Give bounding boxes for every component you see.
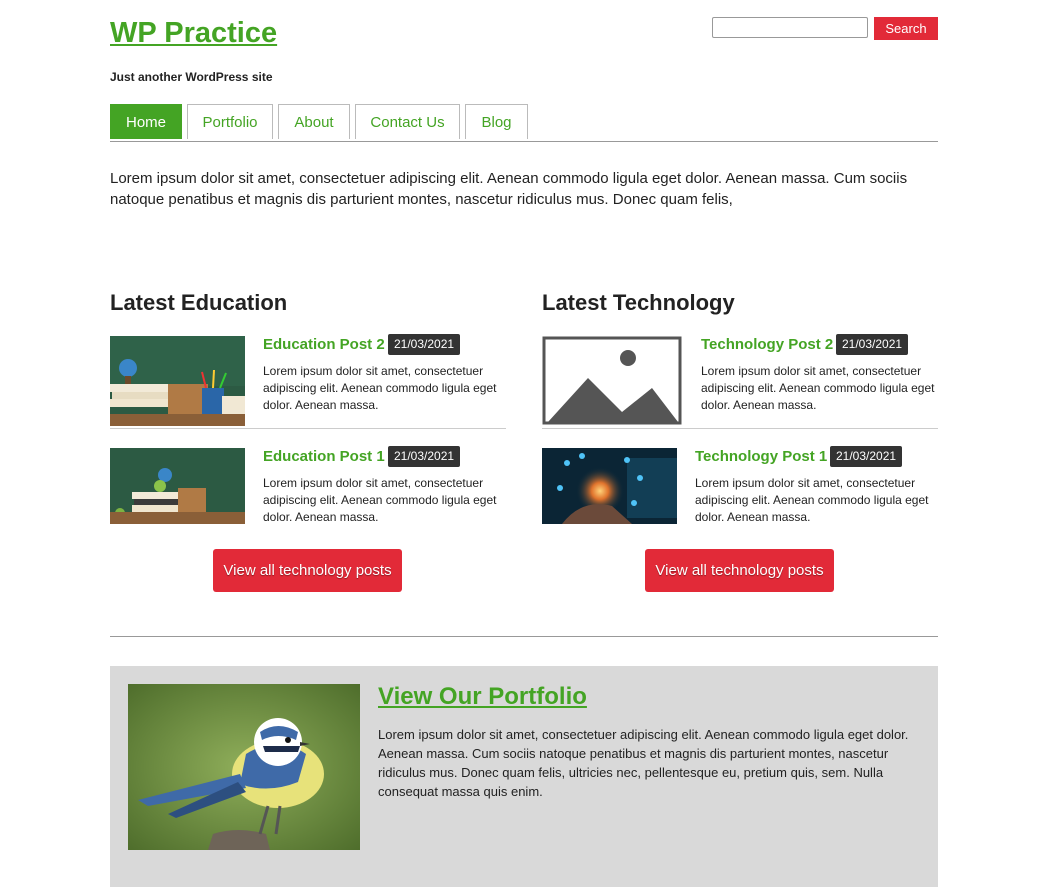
nav-item-contact-us[interactable]: Contact Us (355, 104, 460, 139)
nav-item-blog[interactable]: Blog (465, 104, 528, 139)
intro-text: Lorem ipsum dolor sit amet, consectetuer… (110, 170, 908, 208)
technology-post-2-date: 21/03/2021 (836, 334, 909, 355)
education-heading: Latest Education (110, 290, 288, 315)
search-button[interactable]: Search (874, 17, 938, 40)
technology-post-1-title[interactable]: Technology Post 1 (695, 448, 827, 465)
education-post-1-date: 21/03/2021 (388, 446, 461, 467)
nav-item-about[interactable]: About (278, 104, 350, 139)
site-title-link[interactable]: WP Practice (110, 16, 277, 50)
education-post-1-excerpt: Lorem ipsum dolor sit amet, consectetuer… (263, 476, 497, 524)
nav-item-portfolio[interactable]: Portfolio (187, 104, 273, 139)
technology-post-2-title[interactable]: Technology Post 2 (701, 336, 833, 353)
education-post-2-excerpt: Lorem ipsum dolor sit amet, consectetuer… (263, 364, 497, 412)
technology-post-1-thumbnail[interactable] (542, 448, 677, 524)
view-all-education-button[interactable]: View all technology posts (213, 549, 402, 592)
portfolio-text: Lorem ipsum dolor sit amet, consectetuer… (378, 727, 909, 799)
view-all-technology-button[interactable]: View all technology posts (645, 549, 834, 592)
site-tagline: Just another WordPress site (110, 70, 273, 84)
portfolio-bird-image (128, 684, 360, 850)
nav-item-home[interactable]: Home (110, 104, 182, 139)
education-post-2-thumbnail[interactable] (110, 336, 245, 426)
image-placeholder-icon[interactable] (542, 336, 683, 426)
section-divider (110, 636, 938, 637)
technology-heading: Latest Technology (542, 290, 735, 315)
technology-post-2-excerpt: Lorem ipsum dolor sit amet, consectetuer… (701, 364, 935, 412)
education-post-2-date: 21/03/2021 (388, 334, 461, 355)
main-nav: Home Portfolio About Contact Us Blog (110, 104, 938, 142)
search-input[interactable] (712, 17, 868, 38)
education-post-divider (110, 428, 506, 429)
portfolio-title-link[interactable]: View Our Portfolio (378, 683, 587, 711)
education-post-2-title[interactable]: Education Post 2 (263, 336, 385, 353)
technology-post-1-date: 21/03/2021 (830, 446, 903, 467)
technology-post-1-excerpt: Lorem ipsum dolor sit amet, consectetuer… (695, 476, 929, 524)
education-post-1-thumbnail[interactable] (110, 448, 245, 524)
portfolio-section: View Our Portfolio Lorem ipsum dolor sit… (110, 666, 938, 887)
technology-post-divider (542, 428, 938, 429)
education-post-1-title[interactable]: Education Post 1 (263, 448, 385, 465)
